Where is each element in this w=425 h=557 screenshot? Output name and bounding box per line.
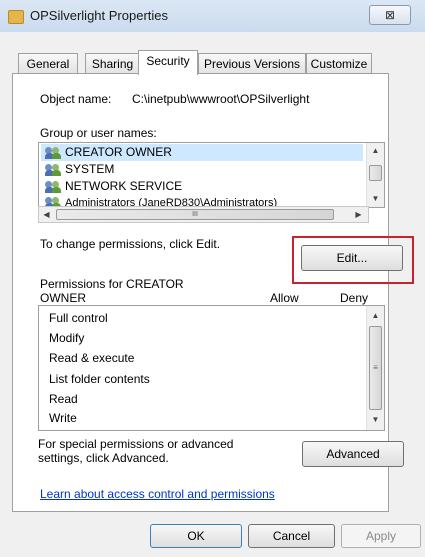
tab-general[interactable]: General bbox=[18, 53, 78, 74]
scroll-right-icon[interactable]: ▶ bbox=[351, 207, 366, 222]
user-name: SYSTEM bbox=[65, 162, 115, 176]
object-name-value: C:\inetpub\wwwroot\OPSilverlight bbox=[132, 92, 310, 106]
tab-security[interactable]: Security bbox=[138, 50, 198, 75]
permissions-for-label: Permissions for CREATOR OWNER bbox=[40, 277, 184, 305]
scroll-down-icon[interactable]: ▼ bbox=[368, 191, 383, 206]
scroll-left-icon[interactable]: ◀ bbox=[39, 207, 54, 222]
advanced-button[interactable]: Advanced bbox=[302, 441, 404, 467]
tab-previous-versions[interactable]: Previous Versions bbox=[198, 53, 306, 74]
window-title: OPSilverlight Properties bbox=[30, 8, 168, 23]
user-list-vertical-scrollbar[interactable]: ▲ ▼ bbox=[366, 143, 384, 207]
group-or-user-names-label: Group or user names: bbox=[40, 126, 157, 140]
users-icon bbox=[45, 180, 61, 193]
user-name: NETWORK SERVICE bbox=[65, 179, 183, 193]
advanced-settings-text: For special permissions or advanced sett… bbox=[38, 437, 234, 465]
folder-icon bbox=[8, 10, 24, 24]
permissions-list: Full control Modify Read & execute List … bbox=[38, 305, 385, 431]
horizontal-scroll-thumb[interactable]: III bbox=[56, 209, 334, 220]
permission-row: Modify bbox=[49, 331, 85, 345]
allow-column-header: Allow bbox=[270, 291, 299, 305]
edit-button-highlight bbox=[292, 236, 414, 284]
scroll-up-icon[interactable]: ▲ bbox=[368, 143, 383, 158]
title-bar: OPSilverlight Properties ⊠ bbox=[0, 0, 425, 32]
properties-window: OPSilverlight Properties ⊠ General Shari… bbox=[0, 0, 425, 557]
permission-row: Full control bbox=[49, 311, 108, 325]
ok-button[interactable]: OK bbox=[150, 524, 242, 548]
deny-column-header: Deny bbox=[340, 291, 369, 305]
scroll-down-icon[interactable]: ▼ bbox=[368, 412, 383, 427]
tab-sharing[interactable]: Sharing bbox=[85, 53, 140, 74]
user-list-horizontal-scrollbar[interactable]: ◀ III ▶ bbox=[38, 206, 369, 223]
user-row-creator-owner[interactable]: CREATOR OWNER bbox=[41, 144, 363, 161]
permission-row: Write bbox=[49, 411, 77, 425]
permission-row: Read & execute bbox=[49, 351, 135, 365]
close-button[interactable]: ⊠ bbox=[369, 5, 411, 25]
apply-button[interactable]: Apply bbox=[341, 524, 421, 548]
change-permissions-text: To change permissions, click Edit. bbox=[40, 237, 221, 251]
user-row-system[interactable]: SYSTEM bbox=[45, 161, 114, 178]
user-name: CREATOR OWNER bbox=[65, 145, 172, 159]
cancel-button[interactable]: Cancel bbox=[248, 524, 335, 548]
scroll-up-icon[interactable]: ▲ bbox=[368, 308, 383, 323]
users-icon bbox=[45, 163, 61, 176]
user-row-network-service[interactable]: NETWORK SERVICE bbox=[45, 178, 182, 195]
users-icon bbox=[45, 146, 61, 159]
permission-row: Read bbox=[49, 392, 78, 406]
user-list: CREATOR OWNER SYSTEM NETWORK SERVICE Adm… bbox=[38, 142, 385, 208]
scroll-thumb[interactable] bbox=[369, 165, 382, 181]
scroll-thumb[interactable]: ≡ bbox=[369, 326, 382, 410]
object-name-label: Object name: bbox=[40, 92, 112, 106]
permissions-vertical-scrollbar[interactable]: ▲ ≡ ▼ bbox=[366, 306, 384, 430]
tab-customize[interactable]: Customize bbox=[306, 53, 372, 74]
permission-row: List folder contents bbox=[49, 372, 150, 386]
learn-access-control-link[interactable]: Learn about access control and permissio… bbox=[40, 487, 275, 501]
